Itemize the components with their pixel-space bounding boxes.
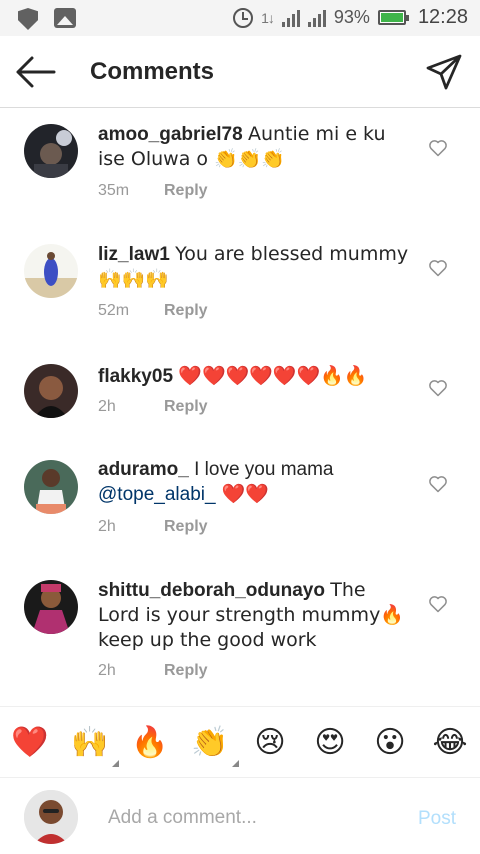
- gallery-icon: [54, 8, 76, 28]
- page-title: Comments: [90, 58, 215, 85]
- heart-icon[interactable]: [428, 138, 448, 158]
- heart-icon[interactable]: [428, 594, 448, 614]
- raising-hands-emoji-button[interactable]: 🙌: [69, 721, 119, 767]
- heart-icon[interactable]: [428, 378, 448, 398]
- comment-input[interactable]: [108, 804, 398, 832]
- avatar[interactable]: [24, 580, 78, 634]
- emoji-reaction-bar: ❤️ 🙌 🔥 👏 😢 😍 😮 😂: [0, 706, 480, 778]
- alarm-icon: [233, 7, 254, 28]
- fire-emoji-button[interactable]: 🔥: [129, 721, 171, 763]
- surprised-face-emoji-button[interactable]: 😮: [369, 721, 411, 763]
- comment-username[interactable]: flakky05: [98, 366, 173, 387]
- comment-text: liz_law1 You are blessed mummy 🙌🙌🙌: [98, 242, 412, 292]
- comment-body-end: ❤️❤️: [215, 483, 269, 505]
- avatar[interactable]: [24, 244, 78, 298]
- reply-button[interactable]: Reply: [164, 662, 208, 679]
- comment-meta: 35m Reply: [98, 182, 208, 200]
- comment-text: amoo_gabriel78 Auntie mi e ku ise Oluwa …: [98, 122, 412, 172]
- avatar[interactable]: [24, 364, 78, 418]
- comment-time: 2h: [98, 518, 116, 535]
- shield-icon: [18, 8, 38, 30]
- reply-button[interactable]: Reply: [164, 518, 208, 535]
- red-heart-emoji-button[interactable]: ❤️: [9, 721, 51, 763]
- clapping-hands-emoji-label: 👏: [191, 724, 229, 760]
- raising-hands-emoji-label: 🙌: [71, 724, 109, 760]
- post-button[interactable]: Post: [418, 808, 456, 830]
- avatar: [24, 790, 78, 844]
- avatar[interactable]: [24, 460, 78, 514]
- comment-body: I love you mama: [194, 459, 334, 480]
- comment-username[interactable]: aduramo_: [98, 459, 189, 480]
- comment-mention[interactable]: @tope_alabi_: [98, 484, 216, 505]
- clapping-hands-emoji-button[interactable]: 👏: [189, 721, 239, 767]
- comment-meta: 2h Reply: [98, 662, 208, 680]
- comment-body: ❤️❤️❤️❤️❤️❤️🔥🔥: [178, 365, 368, 387]
- comment-username[interactable]: amoo_gabriel78: [98, 124, 243, 145]
- battery-percent: 93%: [333, 7, 370, 27]
- battery-icon: [377, 10, 409, 25]
- heart-icon[interactable]: [428, 258, 448, 278]
- comment-time: 35m: [98, 182, 130, 199]
- signal-icon: [281, 9, 300, 27]
- reply-button[interactable]: Reply: [164, 302, 208, 319]
- signal-icon: [307, 9, 326, 27]
- skin-tone-indicator: [112, 760, 119, 767]
- heart-icon[interactable]: [428, 474, 448, 494]
- heart-eyes-emoji-button[interactable]: 😍: [309, 721, 351, 763]
- comment-username[interactable]: shittu_deborah_odunayo: [98, 580, 325, 601]
- skin-tone-indicator: [232, 760, 239, 767]
- reply-button[interactable]: Reply: [164, 398, 208, 415]
- comment-text: shittu_deborah_odunayo The Lord is your …: [98, 578, 412, 653]
- avatar[interactable]: [24, 124, 78, 178]
- comment-text: flakky05 ❤️❤️❤️❤️❤️❤️🔥🔥: [98, 364, 412, 389]
- comment-time: 2h: [98, 398, 116, 415]
- comment-text: aduramo_ I love you mama @tope_alabi_ ❤️…: [98, 458, 412, 507]
- comment-composer: Post: [0, 778, 480, 854]
- clock: 12:28: [417, 6, 468, 28]
- network-indicator: 1↓: [261, 9, 275, 26]
- crying-face-emoji-button[interactable]: 😢: [249, 721, 291, 763]
- reply-button[interactable]: Reply: [164, 182, 208, 199]
- comment-username[interactable]: liz_law1: [98, 244, 170, 265]
- header: Comments: [0, 36, 480, 108]
- comment-time: 52m: [98, 302, 130, 319]
- laughing-face-emoji-button[interactable]: 😂: [429, 721, 471, 763]
- arrow-left-icon[interactable]: [14, 54, 58, 90]
- comment-meta: 52m Reply: [98, 302, 208, 320]
- comment-time: 2h: [98, 662, 116, 679]
- comment-meta: 2h Reply: [98, 398, 208, 416]
- status-bar: 1↓ 93% 12:28: [0, 0, 480, 36]
- paper-plane-icon[interactable]: [424, 52, 464, 92]
- comment-meta: 2h Reply: [98, 518, 208, 536]
